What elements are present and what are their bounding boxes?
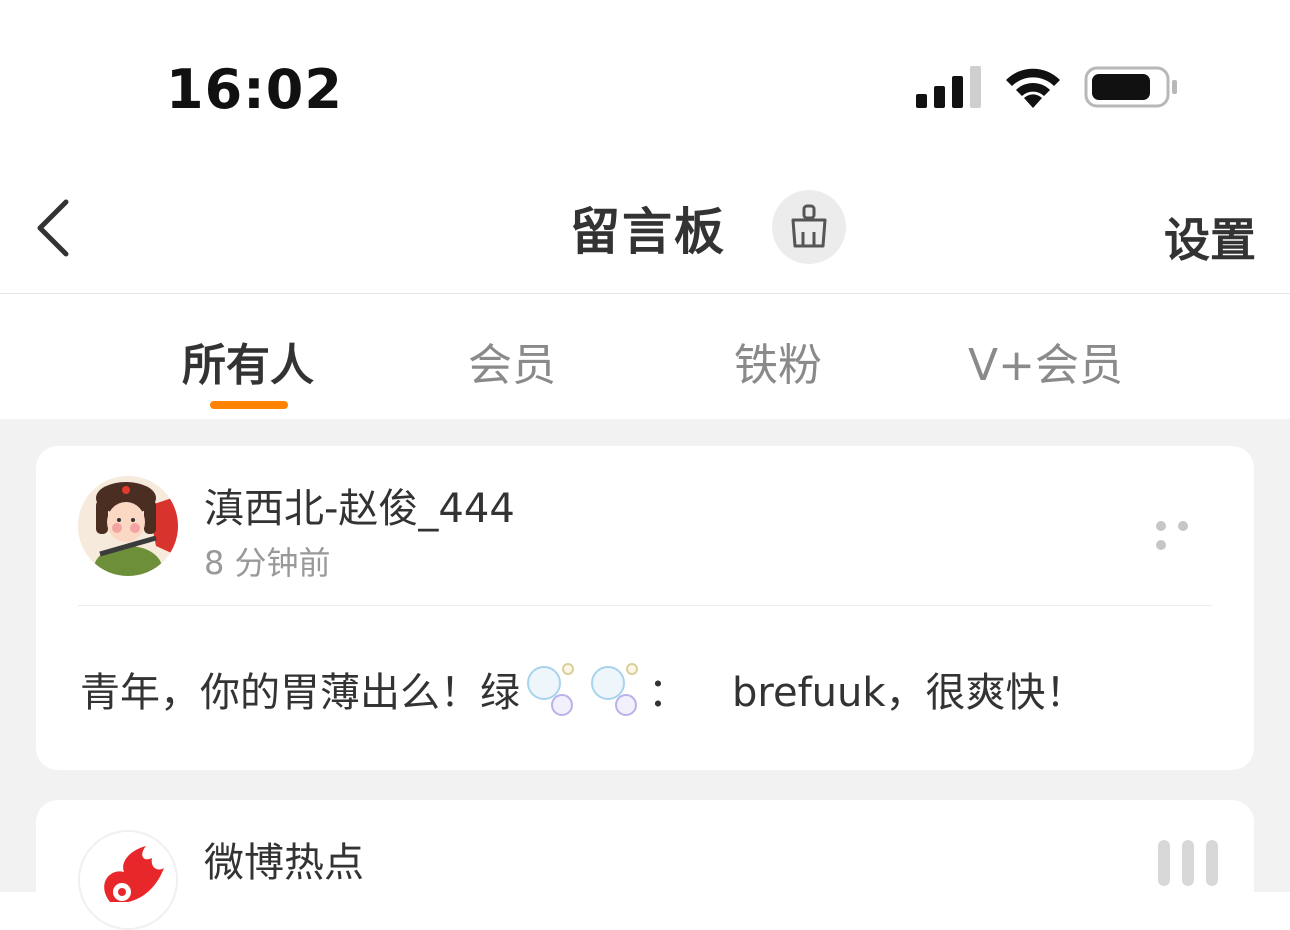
message-card: 微博热点 [36,800,1254,930]
page-title: 留言板 [570,203,726,261]
clean-button[interactable] [772,190,846,264]
battery-icon [1084,66,1177,108]
active-tab-indicator [210,401,288,409]
message-suffix: 很爽快！ [925,670,1086,716]
weibo-hot-flame-icon [80,832,176,928]
post-time: 8 分钟前 [204,544,331,582]
bubbles-icon [527,663,574,716]
tab-vplus-members[interactable]: V+会员 [968,329,1123,393]
tab-everyone[interactable]: 所有人 [182,329,314,393]
message-brand: brefuuk， [732,670,926,716]
avatar-soldier-icon [78,476,178,576]
wifi-icon [1006,68,1060,108]
avatar[interactable] [78,476,178,576]
nav-header: 留言板 设置 [0,160,1290,294]
message-card: 滇西北-赵俊_444 8 分钟前 青年，你的胃薄出么！绿 ： brefuuk， … [36,446,1254,770]
status-time: 16:02 [166,58,343,121]
tab-bar: 所有人 会员 铁粉 V+会员 [0,295,1290,419]
avatar[interactable] [78,830,178,930]
more-options-icon[interactable] [1158,840,1248,900]
broom-icon [791,204,827,248]
cellular-signal-icon [916,66,981,108]
message-text: 青年，你的胃薄出么！绿 ： brefuuk， 很爽快！ [80,660,1086,718]
username[interactable]: 滇西北-赵俊_444 [204,476,515,534]
divider [78,605,1212,606]
tab-members[interactable]: 会员 [468,329,556,393]
username[interactable]: 微博热点 [204,830,364,888]
status-bar: 16:02 [0,0,1290,150]
message-prefix: 青年，你的胃薄出么！绿 [80,670,520,716]
message-separator: ： [648,670,688,716]
settings-button[interactable]: 设置 [1164,204,1256,270]
bubbles-icon [591,663,638,716]
back-chevron-icon[interactable] [30,196,76,260]
more-options-icon[interactable] [1156,516,1216,550]
tab-iron-fans[interactable]: 铁粉 [734,329,822,393]
